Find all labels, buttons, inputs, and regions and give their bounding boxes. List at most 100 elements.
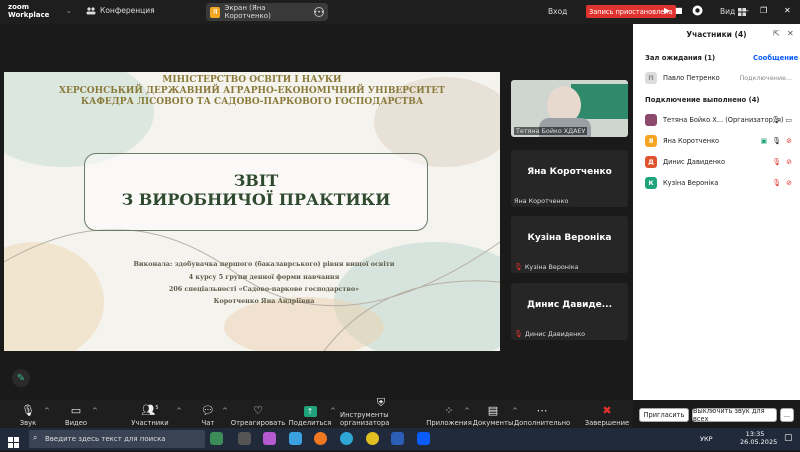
more-options-button[interactable]: ...	[780, 408, 794, 422]
screen-share-pill[interactable]: Я Экран (Яна Коротченко) •••	[206, 3, 328, 21]
avatar: Д	[645, 156, 657, 168]
video-tile[interactable]: Тетяна Бойко ХДАЕУ	[511, 80, 628, 137]
waiting-participant-row[interactable]: П Павло Петренко Подключение...	[633, 69, 800, 87]
host-tools-button[interactable]: ⛨ Инструменты организатора	[340, 396, 422, 428]
mic-icon: 🎙︎	[21, 404, 35, 417]
slide-credit-line1: Виконала: здобувачка першого (бакалаврсь…	[133, 260, 395, 268]
login-link[interactable]: Вход	[548, 7, 567, 16]
search-placeholder: Введите здесь текст для поиска	[45, 435, 166, 443]
tile-label: Тетяна Бойко ХДАЕУ	[514, 127, 588, 135]
resume-record-icon[interactable]: ▶	[664, 6, 670, 15]
waiting-status: Подключение...	[739, 74, 792, 82]
windows-start-icon[interactable]	[8, 433, 19, 452]
more-button[interactable]: ⋯ Дополнительно	[514, 400, 570, 428]
participant-row[interactable]: К Кузіна Вероніка 🎙︎ ⊘	[633, 174, 800, 192]
meeting-info-button[interactable]: Конференция	[86, 6, 155, 15]
participants-options-chevron[interactable]: ^	[176, 407, 182, 415]
share-options-chevron[interactable]: ^	[330, 407, 336, 415]
more-icon[interactable]: •••	[314, 7, 324, 17]
docs-button[interactable]: ▤ Документы	[473, 400, 514, 428]
chat-options-chevron[interactable]: ^	[222, 407, 228, 415]
annotate-pencil-icon[interactable]: ✎	[12, 369, 30, 387]
video-off-icon[interactable]: ⊘	[786, 179, 792, 187]
apps-label: Приложения	[426, 419, 472, 427]
participant-name: Динис Давиденко	[663, 158, 726, 166]
apps-button[interactable]: ⁘ Приложения	[426, 400, 472, 428]
avatar	[645, 114, 657, 126]
mute-all-button[interactable]: Выключить звук для всех	[692, 407, 777, 423]
edge-icon[interactable]	[340, 432, 353, 445]
firefox-icon[interactable]	[314, 432, 327, 445]
mic-muted-icon[interactable]: 🎙︎	[772, 179, 781, 187]
view-label: Вид	[720, 7, 736, 16]
logo-line1: zoom	[8, 3, 29, 11]
minimize-icon[interactable]: —	[741, 6, 749, 15]
end-button[interactable]: ✖ Завершение	[585, 400, 629, 428]
share-button[interactable]: ↑ Поделиться	[289, 400, 331, 428]
invite-button[interactable]: Пригласить	[639, 408, 689, 422]
people-icon: 👥︎5	[141, 404, 159, 417]
stop-record-icon[interactable]: ■	[675, 6, 683, 15]
muted-mic-icon: 🎙︎	[514, 330, 523, 338]
video-off-icon[interactable]: ⊘	[786, 158, 792, 166]
participant-row[interactable]: Я Яна Коротченко ▣ 🎙︎ ⊘	[633, 132, 800, 150]
notification-icon[interactable]: ▢	[784, 433, 793, 443]
tile-label: Яна Коротченко	[514, 197, 568, 205]
video-options-chevron[interactable]: ^	[92, 407, 98, 415]
chat-button[interactable]: 💬︎ Чат	[196, 400, 220, 428]
taskview-icon[interactable]	[210, 432, 223, 445]
chat-icon: 💬︎	[201, 404, 215, 417]
audio-button[interactable]: 🎙︎ Звук	[14, 400, 42, 428]
panel-close-icon[interactable]: ✕	[787, 29, 794, 38]
mic-icon[interactable]: 🎙︎	[772, 137, 781, 145]
participants-label: Участники	[131, 419, 169, 427]
participant-name: Яна Коротченко	[663, 137, 720, 145]
tile-label-text: Динис Давиденко	[524, 330, 586, 338]
zoom-icon[interactable]	[417, 432, 430, 445]
word-icon[interactable]	[391, 432, 404, 445]
video-camera-icon[interactable]: ▭	[785, 116, 792, 124]
slide-title-line1: ЗВІТ	[233, 171, 279, 190]
audio-options-chevron[interactable]: ^	[44, 407, 50, 415]
sharing-icon: ▣	[760, 137, 768, 145]
video-button[interactable]: ▭ Видео	[62, 400, 90, 428]
shield-icon: ⛨	[376, 396, 386, 409]
clock[interactable]: 13:35 26.05.2025	[740, 430, 777, 446]
app-icon[interactable]	[263, 432, 276, 445]
search-icon: ⌕	[33, 433, 38, 442]
language-indicator[interactable]: УКР	[700, 435, 713, 443]
participants-button[interactable]: 👥︎5 Участники	[131, 400, 169, 428]
apps-options-chevron[interactable]: ^	[464, 407, 470, 415]
mic-icon[interactable]: 🎙︎	[771, 116, 780, 124]
maximize-icon[interactable]: ❐	[760, 6, 767, 15]
windows-taskbar: ⌕ Введите здесь текст для поиска УКР 13:…	[0, 428, 800, 450]
logo-line2: Workplace	[8, 11, 50, 19]
waiting-room-header[interactable]: Зал ожидания (1)	[645, 54, 715, 62]
docs-label: Документы	[472, 419, 514, 427]
video-tile[interactable]: Динис Давиде... 🎙︎ Динис Давиденко	[511, 283, 628, 340]
taskbar-search-input[interactable]: ⌕ Введите здесь текст для поиска	[29, 430, 205, 448]
chrome-icon[interactable]	[366, 432, 379, 445]
mic-muted-icon[interactable]: 🎙︎	[772, 158, 781, 166]
popout-icon[interactable]: ⇱	[773, 29, 780, 38]
participants-panel: Участники (4) ⇱ ✕ Зал ожидания (1) Сообщ…	[633, 24, 800, 422]
avatar: Я	[645, 135, 657, 147]
app-menu-chevron[interactable]: ⌄	[66, 7, 72, 15]
waiting-message-link[interactable]: Сообщение	[753, 54, 798, 62]
tile-name: Динис Давиде...	[526, 300, 613, 310]
react-button[interactable]: ♡ Отреагировать	[231, 400, 286, 428]
share-screen-icon: ↑	[303, 406, 317, 417]
close-icon[interactable]: ✕	[784, 6, 791, 15]
connected-header[interactable]: Подключение выполнено (4)	[645, 96, 760, 104]
video-tile[interactable]: Кузіна Вероніка 🎙︎ Кузіна Вероніка	[511, 216, 628, 273]
participant-row[interactable]: Тетяна Бойко Х... (Организатор, я) 🎙︎ ▭	[633, 111, 800, 129]
status-icon	[692, 5, 703, 18]
video-tile[interactable]: Яна Коротченко Яна Коротченко	[511, 150, 628, 207]
shared-slide: МІНІСТЕРСТВО ОСВІТИ І НАУКИ ХЕРСОНСЬКИЙ …	[4, 72, 500, 351]
video-off-icon[interactable]: ⊘	[786, 137, 792, 145]
docs-options-chevron[interactable]: ^	[512, 407, 518, 415]
participant-name: Кузіна Вероніка	[663, 179, 719, 187]
participant-row[interactable]: Д Динис Давиденко 🎙︎ ⊘	[633, 153, 800, 171]
explorer-icon[interactable]	[238, 432, 251, 445]
app-icon[interactable]	[289, 432, 302, 445]
